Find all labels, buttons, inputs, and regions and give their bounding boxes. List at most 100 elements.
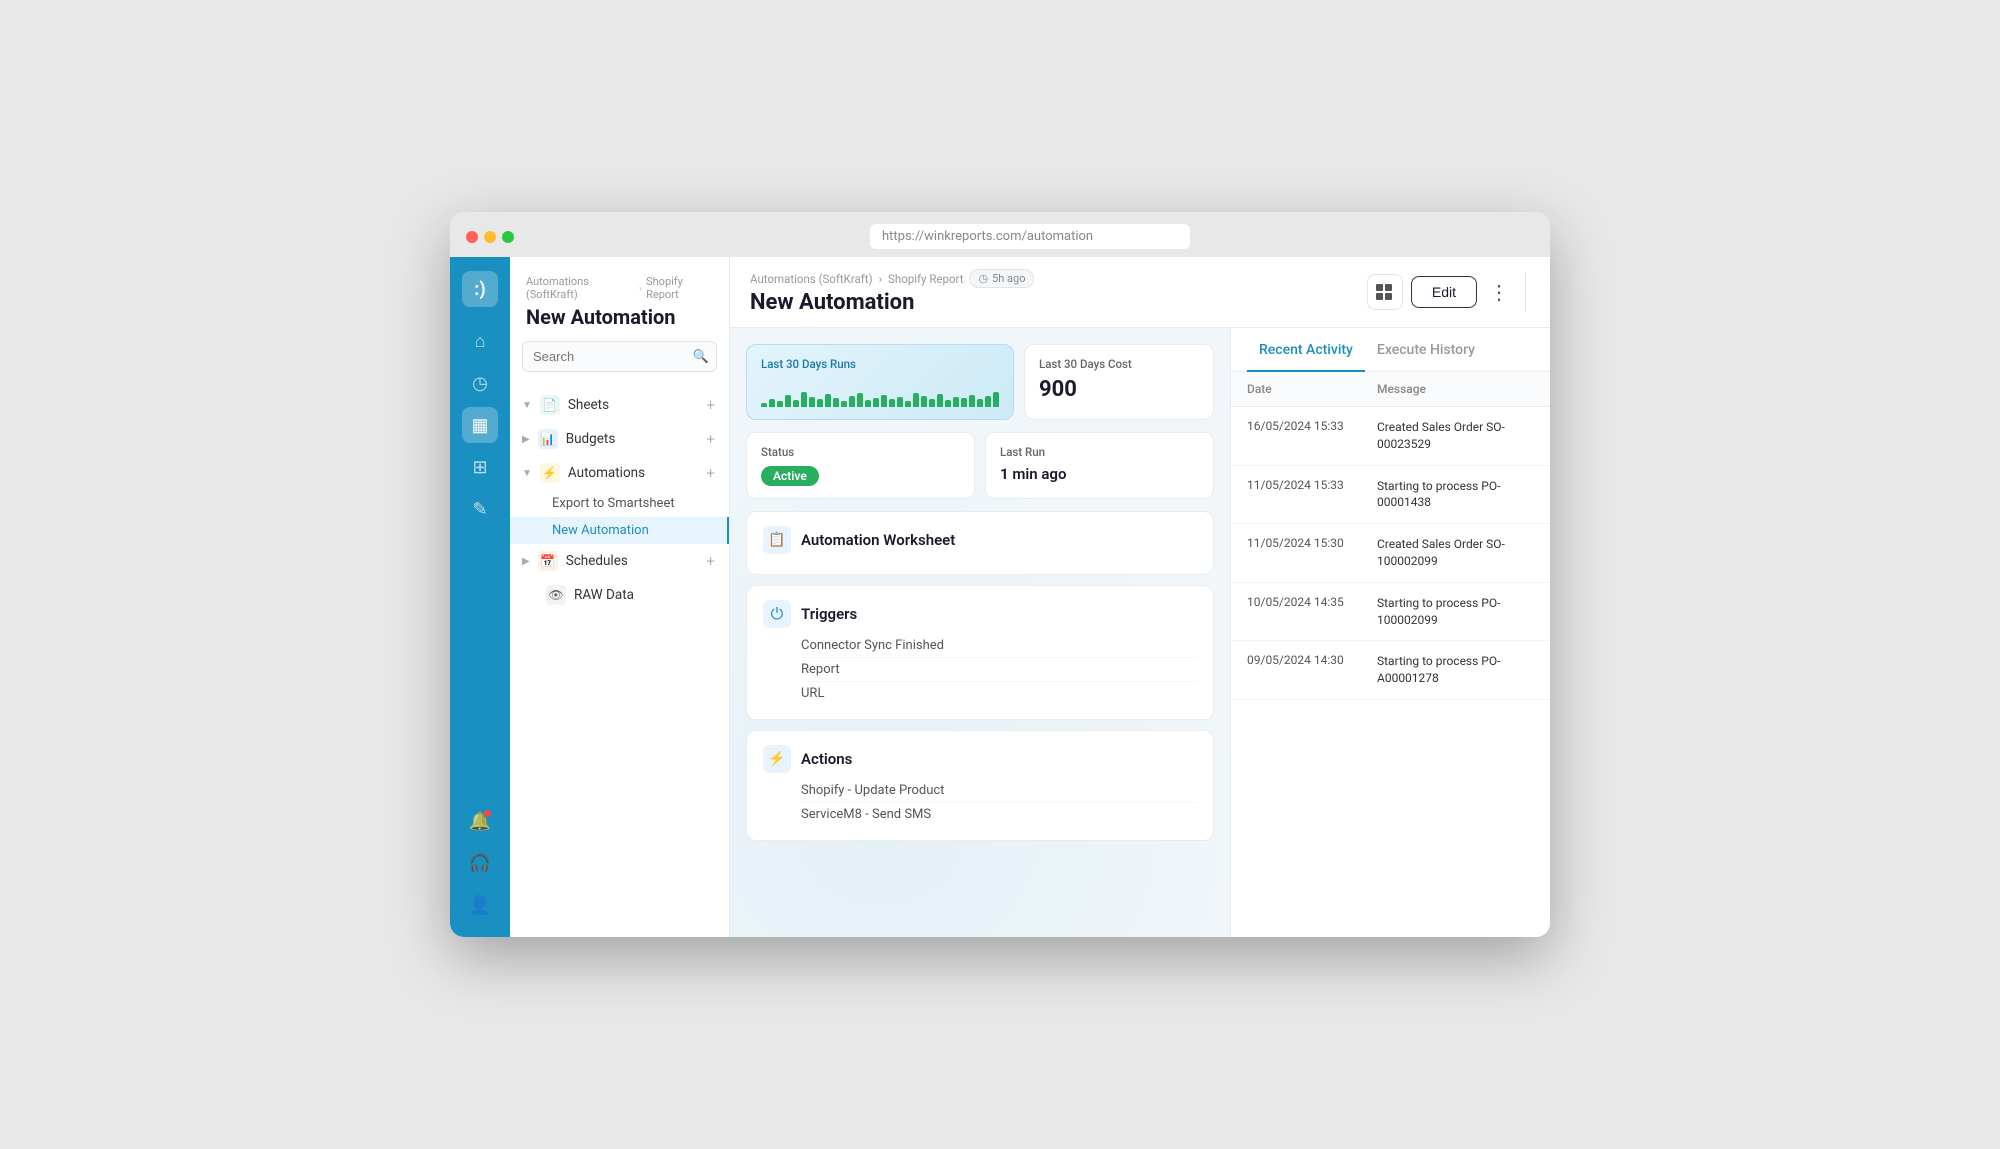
header-breadcrumb-automations: Automations (SoftKraft) [750,272,873,286]
activity-date-2: 11/05/2024 15:33 [1247,478,1377,492]
traffic-lights [466,231,514,243]
bar-12 [849,396,855,407]
minimize-button[interactable] [484,231,496,243]
sidebar-breadcrumb: Automations (SoftKraft) › Shopify Report [526,275,713,301]
breadcrumb-report: Shopify Report [646,275,713,301]
cost-label: Last 30 Days Cost [1039,357,1199,371]
nav-item-sheets[interactable]: ▼ 📄 Sheets + [510,388,729,422]
runs-stat-card: Last 30 Days Runs [746,344,1014,420]
bar-13 [857,393,863,407]
time-ago-badge: ◷ 5h ago [969,269,1034,288]
actions-icon: ⚡ [763,745,791,773]
nav-home-icon[interactable]: ⌂ [462,323,498,359]
activity-msg-4: Starting to process PO-100002099 [1377,595,1534,629]
bar-20 [913,393,919,407]
add-automation-button[interactable]: + [707,464,715,482]
nav-item-budgets[interactable]: ▶ 📊 Budgets + [510,422,729,456]
activity-date-3: 11/05/2024 15:30 [1247,536,1377,550]
nav-clock-icon[interactable]: ◷ [462,365,498,401]
close-button[interactable] [466,231,478,243]
bar-29 [985,396,991,407]
browser-chrome: https://winkreports.com/automation [450,212,1550,257]
tab-execute-history[interactable]: Execute History [1365,328,1487,372]
nav-label-rawdata: RAW Data [574,587,634,603]
bar-15 [873,398,879,407]
add-budget-button[interactable]: + [707,430,715,448]
triggers-items: Connector Sync Finished Report URL [763,634,1197,705]
nav-item-rawdata[interactable]: 👁 RAW Data [510,578,729,612]
bar-18 [897,397,903,407]
rawdata-icon: 👁 [546,585,566,605]
trigger-connector: Connector Sync Finished [801,634,1197,658]
activity-row-1: 16/05/2024 15:33 Created Sales Order SO-… [1231,407,1550,466]
bar-7 [809,397,815,407]
worksheet-icon: 📋 [763,526,791,554]
add-sheet-button[interactable]: + [707,396,715,414]
trigger-url: URL [801,682,1197,705]
preview-button[interactable] [1367,274,1403,310]
activity-table: 16/05/2024 15:33 Created Sales Order SO-… [1231,407,1550,937]
triggers-icon: ⏻ [763,600,791,628]
more-options-button[interactable]: ⋮ [1485,280,1513,304]
actions-card: ⚡ Actions Shopify - Update Product Servi… [746,730,1214,841]
nav-user-icon[interactable]: 👤 [462,887,498,923]
status-label: Status [761,445,960,459]
nav-label-sheets: Sheets [568,397,609,413]
main-content: Automations (SoftKraft) › Shopify Report… [730,257,1550,937]
expand-arrow-automations: ▼ [522,468,532,479]
actions-items: Shopify - Update Product ServiceM8 - Sen… [763,779,1197,826]
bar-3 [777,401,783,407]
activity-date-4: 10/05/2024 14:35 [1247,595,1377,609]
header-breadcrumb-report: Shopify Report [888,272,963,286]
activity-msg-3: Created Sales Order SO-100002099 [1377,536,1534,570]
search-input[interactable] [522,341,717,372]
maximize-button[interactable] [502,231,514,243]
sidebar-header: Automations (SoftKraft) › Shopify Report… [510,257,729,341]
actions-title: Actions [801,750,852,768]
tab-recent-activity[interactable]: Recent Activity [1247,328,1365,372]
lastrun-card: Last Run 1 min ago [985,432,1214,499]
status-row: Status Active Last Run 1 min ago [746,432,1214,499]
actions-header: ⚡ Actions [763,745,1197,773]
bar-28 [977,399,983,407]
sidebar-nav: :) ⌂ ◷ ▦ ⊞ ✎ 🔔 🎧 👤 [450,257,510,937]
schedules-icon: 📅 [538,551,558,571]
nav-headset-icon[interactable]: 🎧 [462,845,498,881]
time-ago-text: 5h ago [992,272,1025,285]
nav-item-schedules[interactable]: ▶ 📅 Schedules + [510,544,729,578]
content-area: Last 30 Days Runs [730,328,1550,937]
add-schedule-button[interactable]: + [707,552,715,570]
lastrun-label: Last Run [1000,445,1199,459]
triggers-card: ⏻ Triggers Connector Sync Finished Repor… [746,585,1214,720]
nav-tool-icon[interactable]: ✎ [462,491,498,527]
expand-arrow-budgets: ▶ [522,434,530,445]
col-date-header: Date [1247,382,1377,396]
activity-row-5: 09/05/2024 14:30 Starting to process PO-… [1231,641,1550,700]
main-page-title: New Automation [750,290,1357,315]
nav-sub-export-smartsheet[interactable]: Export to Smartsheet [510,490,729,517]
nav-bell-icon[interactable]: 🔔 [462,803,498,839]
nav-item-automations[interactable]: ▼ ⚡ Automations + [510,456,729,490]
worksheet-card: 📋 Automation Worksheet [746,511,1214,575]
bar-24 [945,400,951,407]
main-header: Automations (SoftKraft) › Shopify Report… [730,257,1550,328]
budgets-icon: 📊 [538,429,558,449]
cost-stat-card: Last 30 Days Cost 900 [1024,344,1214,420]
bar-11 [841,401,847,407]
sidebar-page-title: New Automation [526,305,713,329]
action-shopify: Shopify - Update Product [801,779,1197,803]
nav-sub-new-automation[interactable]: New Automation [510,517,729,544]
nav-sheet-icon[interactable]: ▦ [462,407,498,443]
activity-tabs: Recent Activity Execute History [1231,328,1550,372]
status-badge: Active [761,466,819,486]
bar-27 [969,395,975,407]
bar-1 [761,403,767,407]
content-sidebar: Automations (SoftKraft) › Shopify Report… [510,257,730,937]
stats-row: Last 30 Days Runs [746,344,1214,420]
bar-30 [993,392,999,407]
header-left: Automations (SoftKraft) › Shopify Report… [750,269,1357,315]
edit-button[interactable]: Edit [1411,276,1477,308]
activity-msg-1: Created Sales Order SO-00023529 [1377,419,1534,453]
nav-grid-icon[interactable]: ⊞ [462,449,498,485]
address-bar[interactable]: https://winkreports.com/automation [870,224,1190,249]
